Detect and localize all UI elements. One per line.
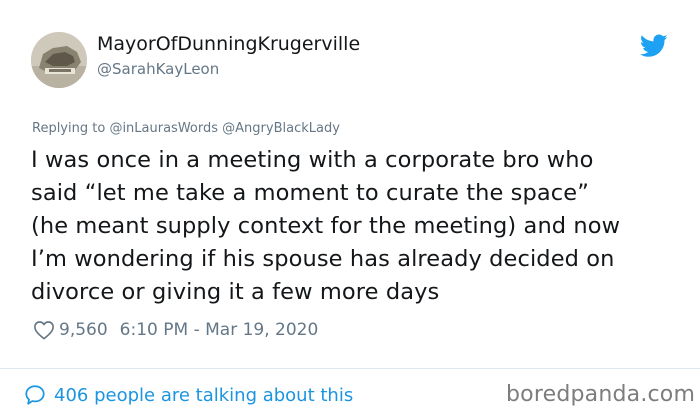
- heart-icon[interactable]: [33, 320, 55, 340]
- replying-to: Replying to @inLaurasWords @AngryBlackLa…: [32, 121, 340, 136]
- conversation-link[interactable]: 406 people are talking about this: [24, 382, 353, 408]
- mention-link[interactable]: @inLaurasWords: [109, 121, 218, 136]
- divider: [0, 368, 700, 369]
- replying-to-label: Replying to: [32, 121, 106, 136]
- tweet-meta: 9,560 6:10 PM - Mar 19, 2020: [33, 318, 318, 342]
- avatar[interactable]: [31, 32, 87, 88]
- like-count[interactable]: 9,560: [59, 320, 108, 340]
- mention-link[interactable]: @AngryBlackLady: [222, 121, 340, 136]
- tweet-line: (he meant supply context for the meeting…: [31, 213, 621, 239]
- tweet-line: I was once in a meeting with a corporate…: [31, 147, 594, 173]
- conversation-count: 406 people are talking about this: [54, 384, 354, 406]
- speech-bubble-icon: [25, 385, 45, 405]
- tweet-card: MayorOfDunningKrugerville @SarahKayLeon …: [0, 0, 700, 419]
- tweet-line: said “let me take a moment to curate the…: [31, 180, 589, 206]
- timestamp[interactable]: 6:10 PM - Mar 19, 2020: [120, 320, 319, 340]
- avatar-image: [31, 32, 87, 88]
- tweet-line: divorce or giving it a few more days: [31, 279, 440, 305]
- display-name[interactable]: MayorOfDunningKrugerville: [97, 33, 360, 55]
- twitter-bird-icon[interactable]: [640, 34, 668, 58]
- tweet-line: I’m wondering if his spouse has already …: [31, 246, 615, 272]
- watermark: boredpanda.com: [506, 382, 696, 407]
- user-handle[interactable]: @SarahKayLeon: [97, 60, 219, 78]
- tweet-text: I was once in a meeting with a corporate…: [31, 144, 671, 309]
